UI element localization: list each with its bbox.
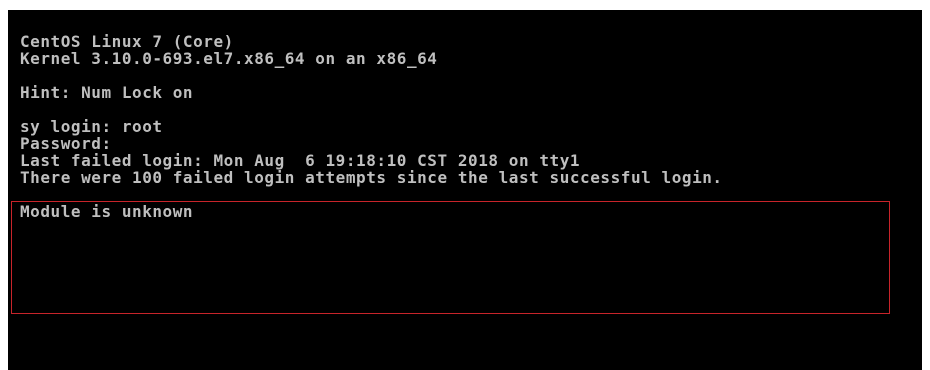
screenshot-frame: CentOS Linux 7 (Core) Kernel 3.10.0-693.e… xyxy=(0,0,930,370)
password-line: Password: xyxy=(20,134,112,153)
kernel-line: Kernel 3.10.0-693.el7.x86_64 on an x86_6… xyxy=(20,49,438,68)
module-error-line: Module is unknown xyxy=(20,202,194,221)
hint-line: Hint: Num Lock on xyxy=(20,83,194,102)
console-window[interactable]: CentOS Linux 7 (Core) Kernel 3.10.0-693.e… xyxy=(8,10,922,370)
login-line: sy login: root xyxy=(20,117,163,136)
console-output: CentOS Linux 7 (Core) Kernel 3.10.0-693.e… xyxy=(20,33,723,220)
os-name-line: CentOS Linux 7 (Core) xyxy=(20,32,234,51)
failed-attempts-line: There were 100 failed login attempts sin… xyxy=(20,168,723,187)
last-failed-login-line: Last failed login: Mon Aug 6 19:18:10 CS… xyxy=(20,151,581,170)
